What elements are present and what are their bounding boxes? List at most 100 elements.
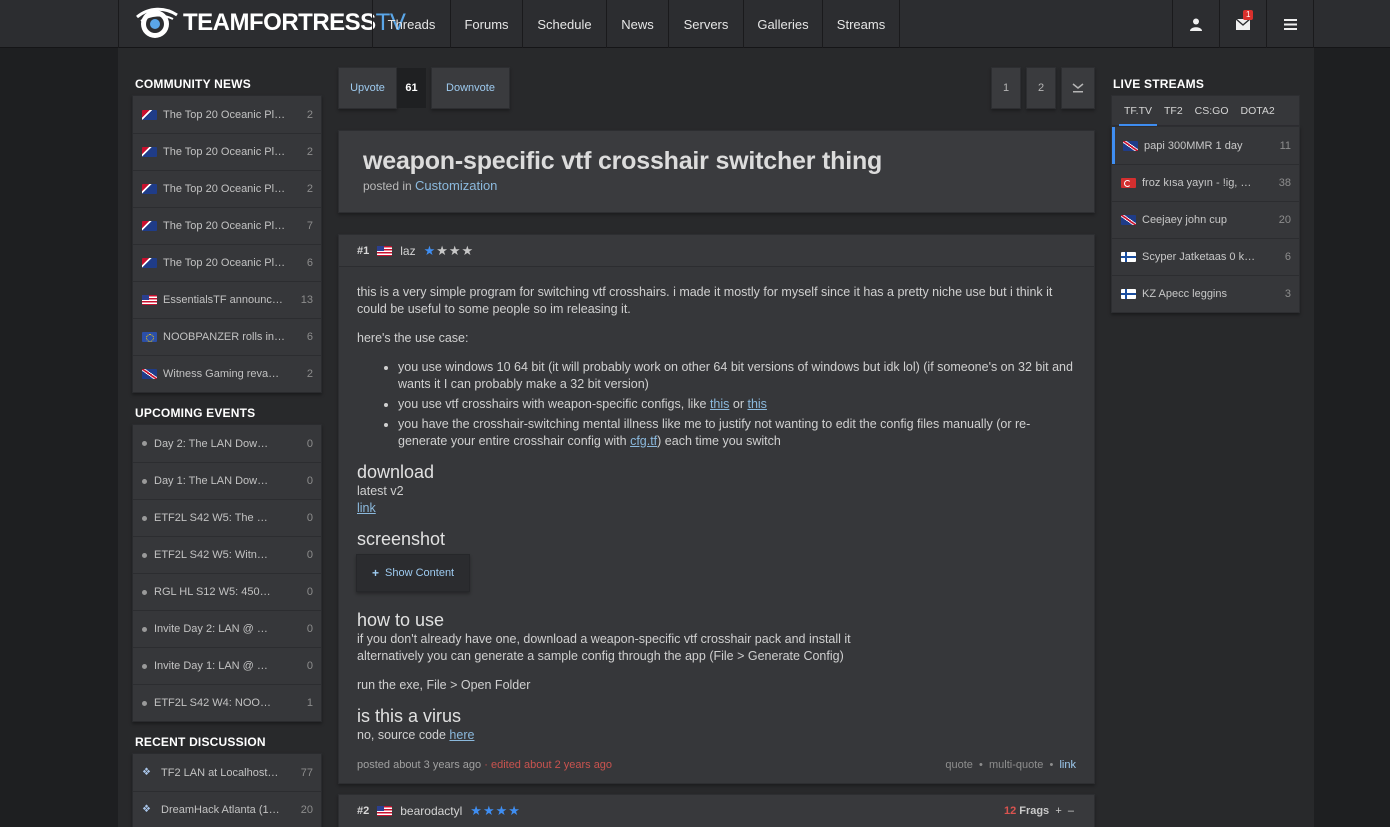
event-item[interactable]: Invite Day 1: LAN @ … 0 (133, 647, 321, 684)
flag-au-icon (142, 184, 157, 194)
nav-news[interactable]: News (606, 0, 668, 48)
multi-quote-button[interactable]: multi-quote (989, 759, 1043, 771)
bullet-icon (142, 478, 147, 484)
recent-discussion-title: RECENT DISCUSSION (135, 735, 266, 749)
last-page-button[interactable] (1061, 67, 1095, 109)
frag-minus-button[interactable]: – (1068, 805, 1074, 817)
event-item[interactable]: ETF2L S42 W5: The … 0 (133, 499, 321, 536)
download-link[interactable]: link (357, 501, 376, 515)
news-item[interactable]: The Top 20 Oceanic Pl… 2 (133, 170, 321, 207)
nav-servers[interactable]: Servers (668, 0, 743, 48)
flag-us-icon (377, 245, 393, 256)
post-permalink[interactable]: link (1059, 759, 1076, 771)
tftv-logo-icon (136, 7, 178, 38)
flag-au-icon (142, 221, 157, 231)
news-item[interactable]: The Top 20 Oceanic Pl… 2 (133, 96, 321, 133)
post-number[interactable]: #2 (357, 805, 369, 817)
stream-list: papi 300MMR 1 day 11 froz kısa yayın - !i… (1111, 126, 1300, 313)
plus-icon: + (372, 565, 380, 580)
event-item[interactable]: ETF2L S42 W5: Witn… 0 (133, 536, 321, 573)
nav-forums[interactable]: Forums (450, 0, 522, 48)
frag-plus-button[interactable]: + (1055, 805, 1061, 817)
tab-tftv[interactable]: TF.TV (1119, 95, 1157, 126)
site-logo[interactable]: TEAMFORTRESSTV (135, 5, 406, 41)
rank-stars: ★★★★ (423, 242, 475, 258)
stream-item[interactable]: papi 300MMR 1 day 11 (1112, 127, 1299, 164)
forum-link[interactable]: Customization (415, 178, 497, 193)
upcoming-events-list: Day 2: The LAN Dow… 0 Day 1: The LAN Dow…… (132, 424, 322, 722)
event-item[interactable]: Invite Day 2: LAN @ … 0 (133, 610, 321, 647)
bullet-icon (142, 515, 147, 521)
page-2-button[interactable]: 2 (1026, 67, 1056, 109)
link-this-1[interactable]: this (710, 397, 729, 411)
event-item[interactable]: RGL HL S12 W5: 450… 0 (133, 573, 321, 610)
nav-streams[interactable]: Streams (822, 0, 900, 48)
mail-icon[interactable]: 1 (1219, 0, 1266, 48)
news-item[interactable]: EssentialsTF announc… 13 (133, 281, 321, 318)
news-item[interactable]: The Top 20 Oceanic Pl… 6 (133, 244, 321, 281)
tab-tf2[interactable]: TF2 (1159, 95, 1188, 126)
frags-count: 12 (1003, 805, 1017, 817)
post-paragraph: this is a very simple program for switch… (357, 285, 1053, 316)
tab-csgo[interactable]: CS:GO (1190, 95, 1234, 126)
cfg-tf-link[interactable]: cfg.tf (630, 434, 657, 448)
post-paragraph: here's the use case: (357, 331, 469, 345)
menu-icon[interactable] (1266, 0, 1313, 48)
news-item[interactable]: NOOBPANZER rolls in… 6 (133, 318, 321, 355)
post-header: #2 bearodactyl ★★★★ 12 Frags + – (339, 795, 1094, 827)
show-content-button[interactable]: + Show Content (356, 554, 471, 592)
tf2-icon: ❖ (142, 766, 151, 778)
post-actions: quote • multi-quote • link (945, 759, 1076, 771)
community-news-title: COMMUNITY NEWS (135, 77, 251, 91)
bullet-icon (142, 700, 147, 706)
event-item[interactable]: Day 2: The LAN Dow… 0 (133, 425, 321, 462)
tab-dota2[interactable]: DOTA2 (1236, 95, 1280, 126)
nav-schedule[interactable]: Schedule (522, 0, 606, 48)
news-item[interactable]: Witness Gaming reva… 2 (133, 355, 321, 392)
stream-item[interactable]: Ceejaey john cup 20 (1112, 201, 1299, 238)
list-item: you have the crosshair-switching mental … (398, 416, 1076, 450)
flag-fi-icon (1121, 252, 1136, 262)
flag-au-icon (142, 147, 157, 157)
nav-right-icons: 1 (1172, 0, 1313, 48)
event-item[interactable]: Day 1: The LAN Dow… 0 (133, 462, 321, 499)
post-meta: posted about 3 years ago · edited about … (357, 759, 613, 771)
download-version: latest v2 (357, 484, 404, 498)
post-author[interactable]: laz (400, 244, 415, 258)
bullet-icon (142, 589, 147, 595)
stream-item[interactable]: KZ Apecc leggins 3 (1112, 275, 1299, 312)
post-footer: posted about 3 years ago · edited about … (339, 755, 1094, 783)
page-1-button[interactable]: 1 (991, 67, 1021, 109)
nav-galleries[interactable]: Galleries (743, 0, 822, 48)
post-number[interactable]: #1 (357, 245, 369, 257)
screenshot-heading: screenshot (357, 529, 446, 549)
how-to-line: alternatively you can generate a sample … (357, 649, 844, 663)
downvote-button[interactable]: Downvote (431, 67, 510, 109)
last-page-icon (1072, 83, 1084, 93)
news-item[interactable]: The Top 20 Oceanic Pl… 7 (133, 207, 321, 244)
thread-header: weapon-specific vtf crosshair switcher t… (338, 130, 1095, 213)
source-code-link[interactable]: here (449, 728, 474, 742)
event-item[interactable]: ETF2L S42 W4: NOO… 1 (133, 684, 321, 721)
stream-item[interactable]: Scyper Jatketaas 0 k… 6 (1112, 238, 1299, 275)
flag-gb-icon (1121, 215, 1136, 225)
flag-gb-icon (142, 369, 157, 379)
frags-label: Frags (1019, 805, 1050, 817)
inbox-badge: 1 (1243, 10, 1254, 20)
quote-button[interactable]: quote (945, 759, 973, 771)
discussion-item[interactable]: ❖ TF2 LAN at Localhost… 77 (133, 754, 321, 791)
flag-us-icon (377, 806, 393, 816)
nav-threads[interactable]: Threads (372, 0, 450, 48)
link-this-2[interactable]: this (747, 397, 766, 411)
flag-us-icon (142, 295, 157, 305)
news-item[interactable]: The Top 20 Oceanic Pl… 2 (133, 133, 321, 170)
stream-item[interactable]: froz kısa yayın - !ig, … 38 (1112, 164, 1299, 201)
discussion-item[interactable]: ❖ DreamHack Atlanta (1… 20 (133, 791, 321, 827)
upvote-button[interactable]: Upvote (338, 67, 397, 109)
bullet-icon (142, 663, 147, 669)
virus-answer: no, source code here (357, 728, 475, 742)
bullet-icon (142, 552, 147, 558)
frags-control: 12 Frags + – (1004, 795, 1074, 827)
user-icon[interactable] (1172, 0, 1219, 48)
post-author[interactable]: bearodactyl (400, 804, 462, 818)
